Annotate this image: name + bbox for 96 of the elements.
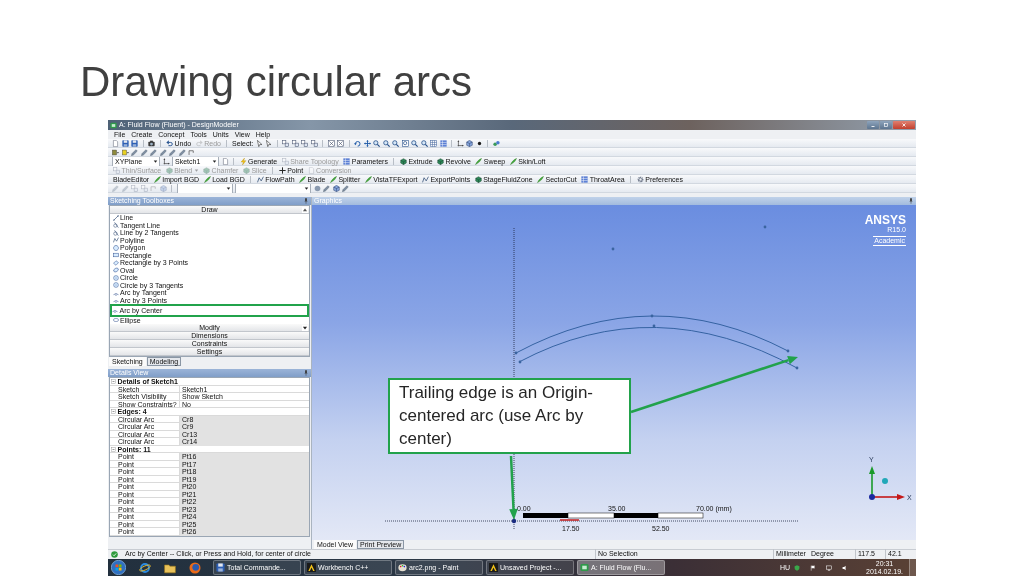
leaf-icon — [329, 176, 337, 183]
block-icon — [399, 158, 407, 165]
undo-arrow-icon — [166, 140, 173, 147]
brand-name: ANSYS — [864, 214, 906, 226]
minimize-button[interactable] — [867, 121, 879, 129]
squares-icon — [113, 167, 120, 174]
pin-icon[interactable] — [303, 198, 309, 204]
leaf-icon — [153, 176, 161, 183]
maximize-icon — [883, 122, 889, 128]
dropdown-field[interactable] — [176, 184, 233, 193]
tile-icon — [110, 121, 117, 129]
check-icon — [111, 550, 118, 558]
axes-icon[interactable] — [456, 140, 464, 147]
leaf-icon — [299, 176, 307, 183]
cube-icon[interactable] — [466, 140, 474, 147]
zoom-box-icon[interactable] — [401, 140, 409, 147]
table-icon[interactable] — [439, 140, 447, 147]
dropdown-field[interactable] — [235, 184, 311, 193]
block-icon — [437, 158, 445, 165]
polyline-icon — [112, 237, 119, 244]
polyline-icon — [256, 176, 264, 183]
origin-point — [511, 518, 517, 524]
peak-icon — [307, 563, 316, 572]
polygon-icon — [112, 244, 119, 251]
maximize-button[interactable] — [880, 121, 892, 129]
sketch-point — [795, 366, 799, 370]
dot-icon[interactable] — [475, 140, 483, 147]
leaf-icon — [364, 176, 372, 183]
corner-icon[interactable] — [188, 149, 195, 156]
magnifier-icon[interactable] — [420, 140, 428, 147]
axes-icon[interactable] — [162, 158, 170, 165]
close-button[interactable] — [893, 121, 915, 129]
crossed-box-icon[interactable] — [337, 140, 345, 147]
origin-ball-icon — [869, 494, 875, 500]
cross-icon — [278, 167, 286, 174]
swatch-icon[interactable] — [112, 149, 119, 156]
orbit-icon[interactable] — [138, 561, 151, 574]
camera-icon[interactable] — [148, 140, 155, 147]
swatch-icon[interactable] — [121, 149, 129, 156]
line-icon — [112, 214, 119, 221]
globe-icon[interactable] — [188, 561, 201, 574]
magnifier-icon[interactable] — [411, 140, 419, 147]
close-icon — [901, 122, 907, 128]
pin-icon[interactable] — [303, 370, 309, 376]
caret-icon — [212, 159, 217, 164]
callout-arrow — [509, 455, 518, 520]
arc-icon — [112, 307, 118, 314]
ellipse-icon — [112, 317, 119, 324]
leaf-icon — [203, 176, 211, 183]
block-icon — [165, 167, 173, 174]
caret-icon — [304, 186, 309, 191]
magnifier-icon[interactable] — [373, 140, 381, 147]
leaf-icon — [537, 176, 545, 183]
squares-icon — [281, 158, 289, 165]
grid-icon[interactable] — [430, 140, 438, 147]
caret-icon[interactable] — [302, 207, 308, 213]
leaf-icon — [475, 158, 483, 165]
table-icon — [581, 176, 589, 183]
caret-icon — [153, 159, 158, 164]
rotate-arrow-icon[interactable] — [354, 140, 362, 147]
sketch-point — [650, 314, 654, 318]
palette-icon — [398, 563, 407, 572]
slide-title: Drawing circular arcs — [80, 57, 473, 107]
cube-icon[interactable] — [332, 185, 340, 192]
sketch-point — [786, 349, 790, 353]
move-arrows-icon[interactable] — [363, 140, 371, 147]
folder-icon[interactable] — [163, 561, 176, 574]
crossed-box-icon[interactable] — [327, 140, 335, 147]
block-icon — [242, 167, 250, 174]
sphere-icon — [882, 478, 888, 484]
sketch-point — [611, 247, 615, 251]
polyline-icon — [421, 176, 429, 183]
gear-icon — [636, 176, 644, 183]
leaf-icon — [509, 158, 517, 165]
start-orb-icon[interactable] — [111, 560, 126, 575]
callout-box: Trailing edge is an Origin-centered arc (use Arc by center) — [388, 378, 631, 454]
magnifier-icon[interactable] — [392, 140, 400, 147]
magnifier-icon[interactable] — [382, 140, 390, 147]
oval-icon — [112, 267, 119, 274]
sketch-point — [518, 360, 522, 364]
caret-icon — [225, 186, 231, 191]
redo-arrow-icon — [195, 140, 203, 147]
caret-icon[interactable] — [302, 325, 308, 331]
caret-icon — [193, 168, 199, 173]
table-icon — [343, 158, 351, 165]
block-icon — [474, 176, 482, 183]
block-icon — [203, 167, 211, 174]
sketch-point — [763, 225, 767, 229]
x-axis-marker — [559, 519, 580, 521]
balls-icon[interactable] — [492, 140, 500, 147]
pin-icon[interactable] — [908, 198, 914, 204]
peak-icon — [489, 563, 498, 572]
tile-icon — [580, 563, 589, 572]
sphere-icon[interactable] — [313, 185, 321, 192]
sketch-point — [652, 324, 656, 328]
sketch-point — [514, 351, 518, 355]
